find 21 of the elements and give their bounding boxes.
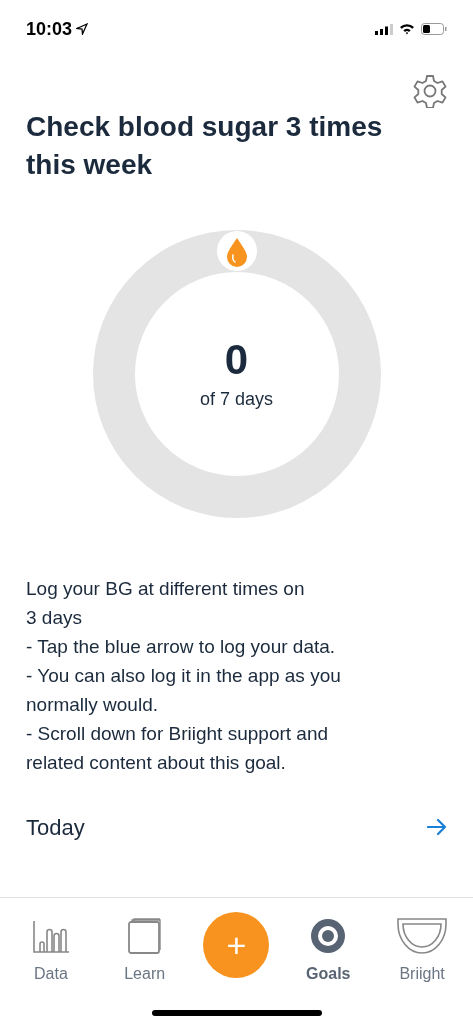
location-arrow-icon bbox=[76, 23, 89, 35]
goal-title: Check blood sugar 3 times this week bbox=[25, 110, 384, 182]
arrow-right-icon[interactable] bbox=[427, 818, 447, 836]
book-icon bbox=[127, 918, 162, 954]
settings-icon[interactable] bbox=[413, 74, 447, 108]
bar-chart-icon bbox=[31, 920, 70, 954]
tab-item[interactable]: Goals bbox=[293, 912, 364, 986]
tab-item[interactable]: Data bbox=[15, 912, 86, 986]
tab-item[interactable]: Briight bbox=[387, 912, 458, 986]
wifi-icon bbox=[399, 23, 415, 35]
status-time: 10:03 bbox=[26, 17, 73, 41]
goal-count-label: of 7 days bbox=[199, 387, 273, 411]
goal-description: Log your BG at different times on 3 days - Tap the blue arrow to log your data. - You can also log it in the app as you normally would. - Scroll down for Briight support and related content about this goal. bbox=[25, 577, 342, 775]
drop-icon bbox=[216, 231, 257, 271]
signal-icon bbox=[375, 23, 393, 35]
battery-icon bbox=[421, 23, 447, 35]
tab-item[interactable]: Learn bbox=[109, 912, 180, 986]
goal-count: 0 bbox=[224, 335, 249, 384]
today-label: Today bbox=[26, 813, 85, 842]
bowl-icon bbox=[397, 918, 448, 954]
target-icon bbox=[310, 918, 347, 954]
